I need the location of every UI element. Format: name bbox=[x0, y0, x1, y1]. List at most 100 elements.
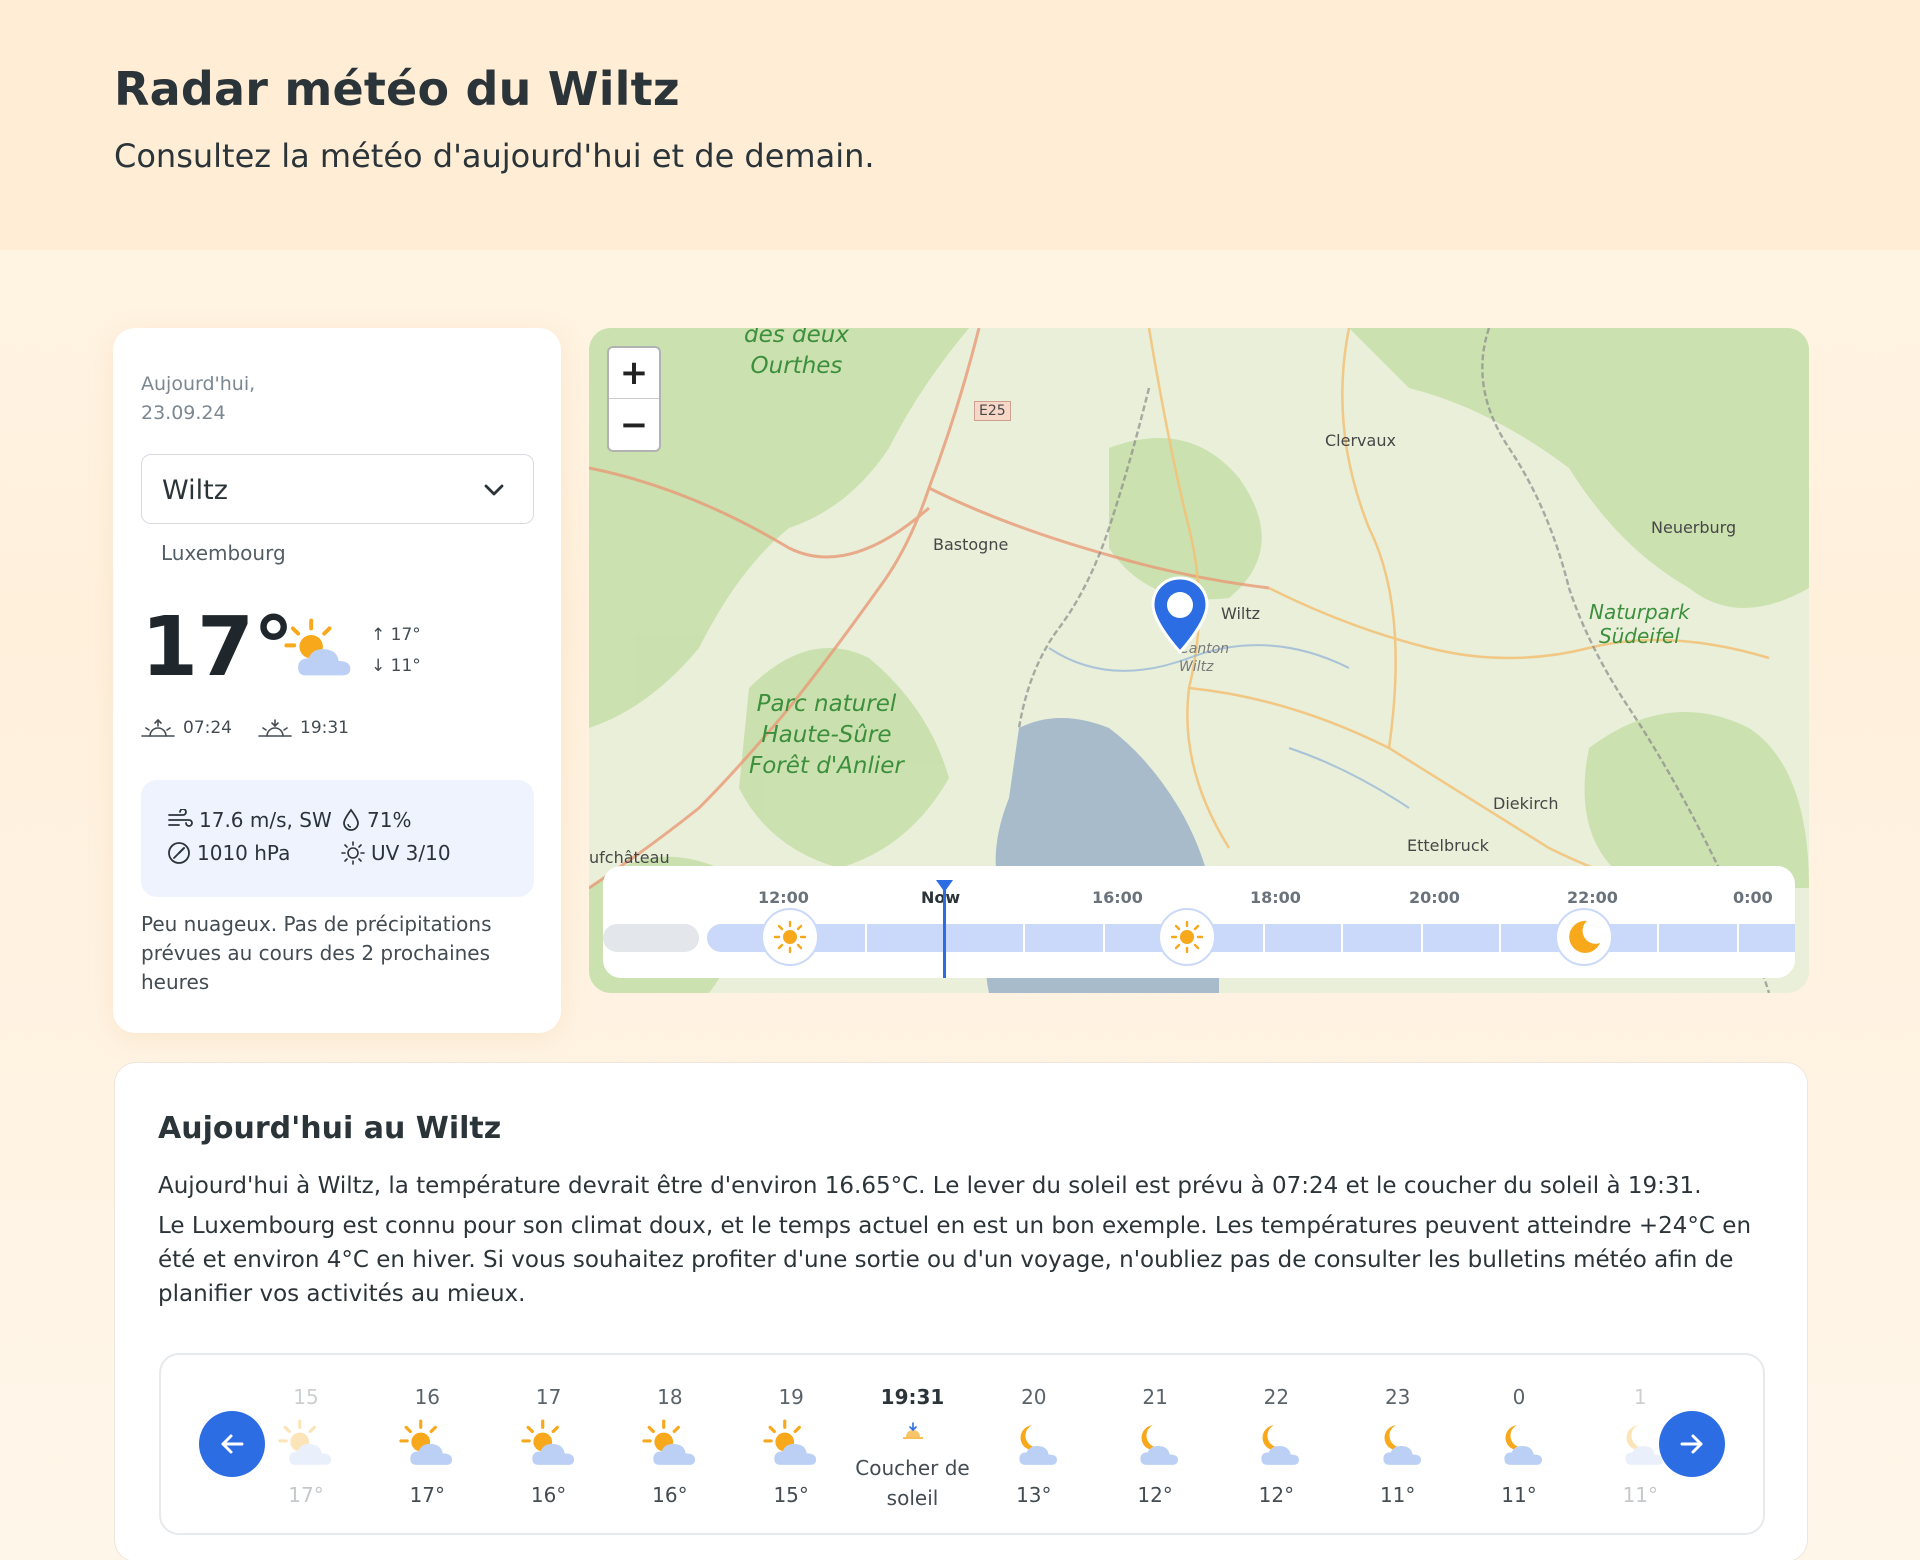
wind-stat: 17.6 m/s, SW bbox=[167, 808, 332, 832]
location-pin-icon[interactable] bbox=[1149, 576, 1211, 656]
hourly-time: 21 bbox=[1142, 1385, 1168, 1409]
partly-cloudy-night-icon bbox=[1383, 1425, 1421, 1465]
hourly-temperature: 12° bbox=[1137, 1483, 1173, 1507]
date-label: Aujourd'hui, bbox=[141, 373, 256, 395]
today-paragraph-2: Le Luxembourg est connu pour son climat … bbox=[158, 1213, 1752, 1307]
sunrise-info: 07:24 bbox=[141, 718, 232, 738]
country-label: Luxembourg bbox=[161, 541, 286, 565]
sunset-info: 19:31 bbox=[258, 718, 349, 738]
timeline-label-1200: 12:00 bbox=[758, 888, 809, 907]
map-label-diekirch: Diekirch bbox=[1493, 794, 1559, 813]
map-label-neuerburg: Neuerburg bbox=[1651, 518, 1737, 537]
sunset-icon bbox=[258, 719, 292, 737]
weather-stats-panel: 17.6 m/s, SW 71% 1010 hPa UV 3/10 bbox=[141, 780, 534, 897]
low-temp: ↓ 11° bbox=[371, 656, 421, 676]
hourly-temperature: 15° bbox=[773, 1483, 809, 1507]
humidity-value: 71% bbox=[367, 808, 412, 832]
hourly-item: 17 16° bbox=[494, 1355, 604, 1533]
timeline-moon-icon bbox=[1555, 908, 1613, 966]
now-marker-icon bbox=[936, 880, 953, 892]
hourly-item: 15 17° bbox=[251, 1355, 361, 1533]
hourly-forecast: 15 17° 16 17° 17 16° 18 16° 19 15° 19:31 Coucher de… bbox=[159, 1353, 1765, 1535]
partly-cloudy-day-icon bbox=[763, 1419, 818, 1467]
hourly-item: 20 13° bbox=[979, 1355, 1089, 1533]
zoom-out-button[interactable]: − bbox=[609, 399, 659, 450]
pressure-value: 1010 hPa bbox=[197, 841, 291, 865]
page-header: Radar météo du Wiltz Consultez la météo … bbox=[0, 0, 1920, 250]
date-value: 23.09.24 bbox=[141, 402, 226, 424]
hourly-time: 15 bbox=[293, 1385, 319, 1409]
arrow-down-icon: ↓ bbox=[371, 656, 386, 676]
page-subtitle: Consultez la météo d'aujourd'hui et de d… bbox=[114, 137, 875, 175]
sunrise-icon bbox=[141, 718, 175, 737]
map-label-e25: E25 bbox=[974, 401, 1011, 421]
map-label-neufchateau: ufchâteau bbox=[589, 848, 670, 867]
page-title: Radar météo du Wiltz bbox=[114, 62, 680, 116]
prev-hours-button[interactable] bbox=[199, 1411, 265, 1477]
timeline-forecast-bar[interactable] bbox=[707, 924, 1795, 952]
partly-cloudy-day-icon bbox=[284, 618, 353, 678]
zoom-controls: + − bbox=[607, 346, 661, 452]
map-label-bastogne: Bastogne bbox=[933, 535, 1009, 554]
today-paragraph-1: Aujourd'hui à Wiltz, la température devr… bbox=[158, 1173, 1702, 1199]
timeline-sun-icon bbox=[761, 908, 819, 966]
timeline-sun-icon bbox=[1158, 908, 1216, 966]
arrow-up-icon: ↑ bbox=[371, 625, 386, 645]
hourly-temperature: 16° bbox=[652, 1483, 688, 1507]
hourly-item: 19 15° bbox=[736, 1355, 846, 1533]
hourly-temperature: 11° bbox=[1622, 1483, 1659, 1507]
partly-cloudy-night-icon bbox=[1504, 1425, 1542, 1465]
hourly-item: 23 11° bbox=[1343, 1355, 1453, 1533]
next-hours-button[interactable] bbox=[1659, 1411, 1725, 1477]
sunrise-time: 07:24 bbox=[183, 718, 232, 738]
hourly-item: 18 16° bbox=[615, 1355, 725, 1533]
timeline-label-1600: 16:00 bbox=[1092, 888, 1143, 907]
arrow-right-icon bbox=[1680, 1434, 1703, 1454]
hourly-time: 16 bbox=[414, 1385, 441, 1409]
map-label-parc-naturel: Parc naturel Haute-Sûre Forêt d'Anlier bbox=[749, 691, 904, 779]
humidity-drop-icon bbox=[343, 808, 359, 831]
uv-value: UV 3/10 bbox=[371, 841, 451, 865]
hourly-time: 17 bbox=[535, 1385, 562, 1409]
high-low-temps: ↑ 17° ↓ 11° bbox=[371, 620, 421, 682]
hourly-item: 22 12° bbox=[1221, 1355, 1331, 1533]
hourly-temperature: 17° bbox=[288, 1483, 324, 1507]
timeline-now-indicator[interactable] bbox=[936, 880, 953, 978]
hourly-temperature: 12° bbox=[1258, 1483, 1295, 1507]
chevron-down-icon bbox=[484, 484, 504, 496]
timeline-past-segment bbox=[603, 924, 699, 952]
hourly-time: 20 bbox=[1021, 1385, 1047, 1409]
sunset-label: Coucher de soleil bbox=[855, 1456, 970, 1510]
map-label-naturpark: Naturpark Südeifel bbox=[1589, 600, 1690, 648]
hourly-time: 18 bbox=[657, 1385, 683, 1409]
timeline-label-2000: 20:00 bbox=[1409, 888, 1460, 907]
radar-map[interactable]: + − des deux Ourthes E25 Clervaux Bastog… bbox=[589, 328, 1809, 993]
hourly-temperature: 17° bbox=[409, 1483, 446, 1507]
humidity-stat: 71% bbox=[341, 808, 411, 832]
uv-stat: UV 3/10 bbox=[341, 841, 451, 865]
current-weather-card: Aujourd'hui, 23.09.24 Wiltz Luxembourg 1… bbox=[113, 328, 561, 1033]
pressure-stat: 1010 hPa bbox=[167, 841, 290, 865]
hourly-temperature: 16° bbox=[530, 1483, 567, 1507]
map-label-wiltz: Wiltz bbox=[1221, 604, 1261, 623]
sunset-icon bbox=[902, 1422, 923, 1439]
partly-cloudy-night-icon bbox=[1261, 1425, 1300, 1465]
gauge-icon bbox=[168, 842, 190, 864]
wind-value: 17.6 m/s, SW bbox=[199, 808, 332, 832]
timeline-label-0000: 0:00 bbox=[1733, 888, 1773, 907]
radar-timeline[interactable]: 12:00 Now 16:00 18:00 20:00 22:00 0:00 bbox=[603, 866, 1795, 978]
arrow-left-icon bbox=[221, 1434, 244, 1454]
timeline-label-1800: 18:00 bbox=[1250, 888, 1301, 907]
partly-cloudy-day-icon bbox=[399, 1419, 454, 1467]
zoom-in-button[interactable]: + bbox=[609, 348, 659, 399]
hourly-item: 16 17° bbox=[372, 1355, 482, 1533]
current-temperature: 17° bbox=[141, 600, 294, 695]
city-select-value: Wiltz bbox=[162, 475, 228, 506]
hourly-time: 19 bbox=[778, 1385, 804, 1409]
partly-cloudy-day-icon bbox=[520, 1419, 576, 1467]
today-section: Aujourd'hui au Wiltz Aujourd'hui à Wiltz… bbox=[114, 1062, 1808, 1560]
hourly-temperature: 11° bbox=[1501, 1483, 1537, 1507]
city-select[interactable]: Wiltz bbox=[141, 454, 534, 524]
hourly-temperature: 11° bbox=[1379, 1483, 1416, 1507]
hourly-item: 21 12° bbox=[1100, 1355, 1210, 1533]
